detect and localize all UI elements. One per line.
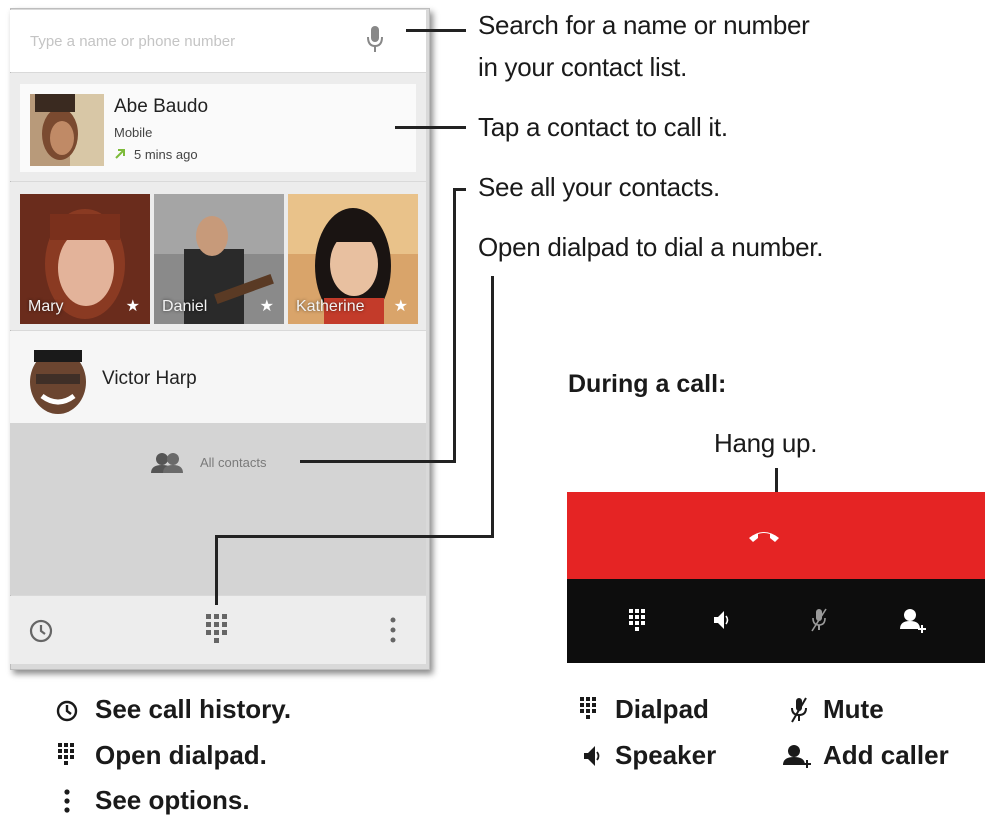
favorite-name: Mary xyxy=(28,298,64,315)
search-bar[interactable] xyxy=(10,10,426,72)
speaker-icon[interactable] xyxy=(712,609,730,631)
in-call-red-bar xyxy=(567,492,985,579)
callout-see-all: See all your contacts. xyxy=(478,172,720,202)
clock-icon xyxy=(56,700,78,722)
dialpad-icon[interactable] xyxy=(629,609,645,631)
legend-open-dialpad: Open dialpad. xyxy=(95,740,267,770)
outgoing-call-arrow-icon xyxy=(115,149,125,159)
callout-line-all-contacts xyxy=(453,188,456,463)
dialpad-icon[interactable] xyxy=(206,614,227,643)
legend-dialpad: Dialpad xyxy=(615,694,709,724)
recent-contact-name: Abe Baudo xyxy=(114,96,209,117)
dialpad-icon xyxy=(580,697,596,719)
star-icon: ★ xyxy=(393,298,408,315)
favorite-name: Katherine xyxy=(296,298,365,315)
microphone-icon[interactable] xyxy=(365,24,385,60)
dialpad-icon xyxy=(58,743,74,765)
add-caller-icon xyxy=(783,745,811,768)
mute-icon[interactable] xyxy=(810,607,828,633)
favorite-tile[interactable]: Mary ★ xyxy=(20,194,150,324)
avatar xyxy=(30,94,104,166)
bottom-action-bar xyxy=(10,596,426,664)
legend-add-caller: Add caller xyxy=(823,740,949,770)
recent-contact-card[interactable]: Abe Baudo Mobile 5 mins ago xyxy=(20,84,416,172)
overflow-menu-icon xyxy=(64,789,70,813)
callout-line-search xyxy=(406,29,466,32)
contacts-icon xyxy=(151,453,183,473)
mute-icon xyxy=(791,697,807,723)
overflow-menu-icon[interactable] xyxy=(388,616,398,644)
callout-search-line2: in your contact list. xyxy=(478,52,688,82)
legend-mute: Mute xyxy=(823,694,884,724)
callout-hang-up: Hang up. xyxy=(714,428,818,458)
contact-name: Victor Harp xyxy=(102,368,197,389)
callout-line-dialpad xyxy=(215,535,494,538)
add-caller-icon[interactable] xyxy=(900,607,928,633)
callout-open-dialpad: Open dialpad to dial a number. xyxy=(478,232,824,262)
callout-tap-contact: Tap a contact to call it. xyxy=(478,112,728,142)
favorite-tile[interactable]: Katherine ★ xyxy=(288,194,418,324)
legend-see-options: See options. xyxy=(95,785,250,815)
contact-row[interactable]: Victor Harp xyxy=(10,331,426,423)
during-call-heading: During a call: xyxy=(568,370,727,398)
recent-contact-type: Mobile xyxy=(114,125,153,140)
favorite-tile[interactable]: Daniel ★ xyxy=(154,194,284,324)
callout-line-all-contacts xyxy=(300,460,456,463)
recent-call-time: 5 mins ago xyxy=(134,147,198,162)
all-contacts-button[interactable]: All contacts xyxy=(150,447,298,479)
search-input[interactable] xyxy=(30,30,350,52)
callout-line-dialpad xyxy=(491,276,494,538)
callout-line-dialpad xyxy=(215,535,218,605)
legend-speaker: Speaker xyxy=(615,740,717,770)
all-contacts-label: All contacts xyxy=(200,455,267,470)
callout-search-line1: Search for a name or number xyxy=(478,10,810,40)
star-icon: ★ xyxy=(125,298,140,315)
hang-up-icon[interactable] xyxy=(747,526,781,544)
star-icon: ★ xyxy=(259,298,274,315)
favorite-name: Daniel xyxy=(162,298,208,315)
avatar xyxy=(20,342,90,416)
in-call-controls-bar xyxy=(567,579,985,663)
clock-icon[interactable] xyxy=(28,618,54,644)
speaker-icon xyxy=(584,746,600,766)
legend-call-history: See call history. xyxy=(95,694,292,724)
callout-line-contact xyxy=(395,126,466,129)
